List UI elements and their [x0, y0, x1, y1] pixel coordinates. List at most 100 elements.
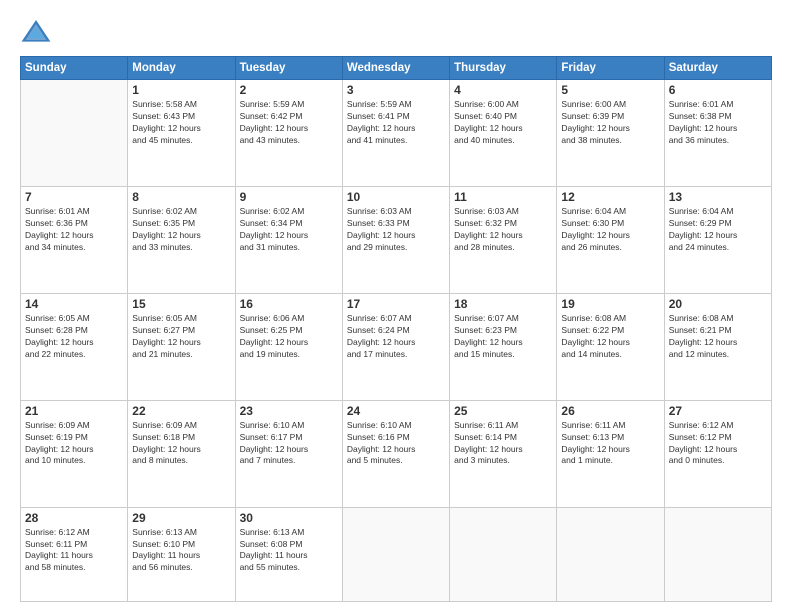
day-info: Sunrise: 6:01 AMSunset: 6:38 PMDaylight:… — [669, 99, 767, 147]
calendar-cell — [664, 507, 771, 601]
day-number: 23 — [240, 404, 338, 418]
calendar-cell: 20 Sunrise: 6:08 AMSunset: 6:21 PMDayligh… — [664, 293, 771, 400]
calendar-cell: 15 Sunrise: 6:05 AMSunset: 6:27 PMDayligh… — [128, 293, 235, 400]
day-info: Sunrise: 6:07 AMSunset: 6:24 PMDaylight:… — [347, 313, 445, 361]
day-info: Sunrise: 6:00 AMSunset: 6:40 PMDaylight:… — [454, 99, 552, 147]
calendar-cell — [450, 507, 557, 601]
calendar-cell: 26 Sunrise: 6:11 AMSunset: 6:13 PMDayligh… — [557, 400, 664, 507]
weekday-header-monday: Monday — [128, 57, 235, 80]
day-info: Sunrise: 6:12 AMSunset: 6:12 PMDaylight:… — [669, 420, 767, 468]
calendar-cell: 28Sunrise: 6:12 AMSunset: 6:11 PMDayligh… — [21, 507, 128, 601]
week-row-3: 21 Sunrise: 6:09 AMSunset: 6:19 PMDayligh… — [21, 400, 772, 507]
day-number: 21 — [25, 404, 123, 418]
day-info: Sunrise: 6:06 AMSunset: 6:25 PMDaylight:… — [240, 313, 338, 361]
day-info: Sunrise: 5:59 AMSunset: 6:42 PMDaylight:… — [240, 99, 338, 147]
weekday-header-thursday: Thursday — [450, 57, 557, 80]
calendar-cell: 10 Sunrise: 6:03 AMSunset: 6:33 PMDayligh… — [342, 186, 449, 293]
day-info: Sunrise: 6:03 AMSunset: 6:33 PMDaylight:… — [347, 206, 445, 254]
day-number: 26 — [561, 404, 659, 418]
day-info: Sunrise: 6:07 AMSunset: 6:23 PMDaylight:… — [454, 313, 552, 361]
calendar-cell: 11Sunrise: 6:03 AMSunset: 6:32 PMDayligh… — [450, 186, 557, 293]
week-row-2: 14 Sunrise: 6:05 AMSunset: 6:28 PMDayligh… — [21, 293, 772, 400]
calendar-cell: 29 Sunrise: 6:13 AMSunset: 6:10 PMDayligh… — [128, 507, 235, 601]
day-info: Sunrise: 6:11 AMSunset: 6:13 PMDaylight:… — [561, 420, 659, 468]
day-info: Sunrise: 6:04 AMSunset: 6:29 PMDaylight:… — [669, 206, 767, 254]
calendar-cell: 4 Sunrise: 6:00 AMSunset: 6:40 PMDaylight… — [450, 80, 557, 187]
calendar-cell: 5Sunrise: 6:00 AMSunset: 6:39 PMDaylight… — [557, 80, 664, 187]
day-number: 27 — [669, 404, 767, 418]
day-number: 15 — [132, 297, 230, 311]
day-info: Sunrise: 6:09 AMSunset: 6:19 PMDaylight:… — [25, 420, 123, 468]
day-number: 14 — [25, 297, 123, 311]
calendar-cell: 22 Sunrise: 6:09 AMSunset: 6:18 PMDayligh… — [128, 400, 235, 507]
calendar-cell: 25 Sunrise: 6:11 AMSunset: 6:14 PMDayligh… — [450, 400, 557, 507]
day-info: Sunrise: 6:13 AMSunset: 6:08 PMDaylight:… — [240, 527, 338, 575]
page: SundayMondayTuesdayWednesdayThursdayFrid… — [0, 0, 792, 612]
day-info: Sunrise: 6:08 AMSunset: 6:22 PMDaylight:… — [561, 313, 659, 361]
logo-icon — [20, 16, 52, 48]
calendar-cell: 24Sunrise: 6:10 AMSunset: 6:16 PMDayligh… — [342, 400, 449, 507]
weekday-header-wednesday: Wednesday — [342, 57, 449, 80]
day-info: Sunrise: 6:01 AMSunset: 6:36 PMDaylight:… — [25, 206, 123, 254]
calendar-cell: 21 Sunrise: 6:09 AMSunset: 6:19 PMDayligh… — [21, 400, 128, 507]
weekday-header-sunday: Sunday — [21, 57, 128, 80]
week-row-4: 28Sunrise: 6:12 AMSunset: 6:11 PMDayligh… — [21, 507, 772, 601]
day-number: 22 — [132, 404, 230, 418]
calendar-cell: 3Sunrise: 5:59 AMSunset: 6:41 PMDaylight… — [342, 80, 449, 187]
day-number: 7 — [25, 190, 123, 204]
weekday-header-friday: Friday — [557, 57, 664, 80]
day-number: 11 — [454, 190, 552, 204]
calendar-cell — [21, 80, 128, 187]
day-info: Sunrise: 6:02 AMSunset: 6:35 PMDaylight:… — [132, 206, 230, 254]
day-info: Sunrise: 6:13 AMSunset: 6:10 PMDaylight:… — [132, 527, 230, 575]
calendar-cell: 23 Sunrise: 6:10 AMSunset: 6:17 PMDayligh… — [235, 400, 342, 507]
day-number: 13 — [669, 190, 767, 204]
day-number: 24 — [347, 404, 445, 418]
day-number: 20 — [669, 297, 767, 311]
calendar-cell: 27 Sunrise: 6:12 AMSunset: 6:12 PMDayligh… — [664, 400, 771, 507]
calendar-cell: 7 Sunrise: 6:01 AMSunset: 6:36 PMDaylight… — [21, 186, 128, 293]
day-number: 6 — [669, 83, 767, 97]
calendar-cell — [557, 507, 664, 601]
day-number: 8 — [132, 190, 230, 204]
calendar-cell: 8 Sunrise: 6:02 AMSunset: 6:35 PMDaylight… — [128, 186, 235, 293]
day-info: Sunrise: 6:10 AMSunset: 6:17 PMDaylight:… — [240, 420, 338, 468]
day-info: Sunrise: 6:12 AMSunset: 6:11 PMDaylight:… — [25, 527, 123, 575]
day-number: 10 — [347, 190, 445, 204]
calendar: SundayMondayTuesdayWednesdayThursdayFrid… — [20, 56, 772, 602]
day-info: Sunrise: 6:05 AMSunset: 6:28 PMDaylight:… — [25, 313, 123, 361]
calendar-cell: 14 Sunrise: 6:05 AMSunset: 6:28 PMDayligh… — [21, 293, 128, 400]
day-info: Sunrise: 6:04 AMSunset: 6:30 PMDaylight:… — [561, 206, 659, 254]
day-number: 5 — [561, 83, 659, 97]
calendar-cell: 9Sunrise: 6:02 AMSunset: 6:34 PMDaylight… — [235, 186, 342, 293]
day-number: 25 — [454, 404, 552, 418]
week-row-1: 7 Sunrise: 6:01 AMSunset: 6:36 PMDaylight… — [21, 186, 772, 293]
day-number: 18 — [454, 297, 552, 311]
header — [20, 16, 772, 48]
day-info: Sunrise: 6:11 AMSunset: 6:14 PMDaylight:… — [454, 420, 552, 468]
calendar-cell: 1Sunrise: 5:58 AMSunset: 6:43 PMDaylight… — [128, 80, 235, 187]
day-number: 29 — [132, 511, 230, 525]
day-number: 12 — [561, 190, 659, 204]
day-number: 2 — [240, 83, 338, 97]
day-number: 4 — [454, 83, 552, 97]
week-row-0: 1Sunrise: 5:58 AMSunset: 6:43 PMDaylight… — [21, 80, 772, 187]
day-number: 1 — [132, 83, 230, 97]
logo — [20, 16, 56, 48]
calendar-cell: 2 Sunrise: 5:59 AMSunset: 6:42 PMDaylight… — [235, 80, 342, 187]
calendar-cell: 17Sunrise: 6:07 AMSunset: 6:24 PMDayligh… — [342, 293, 449, 400]
day-number: 3 — [347, 83, 445, 97]
calendar-cell — [342, 507, 449, 601]
calendar-cell: 19Sunrise: 6:08 AMSunset: 6:22 PMDayligh… — [557, 293, 664, 400]
day-info: Sunrise: 6:08 AMSunset: 6:21 PMDaylight:… — [669, 313, 767, 361]
calendar-cell: 12 Sunrise: 6:04 AMSunset: 6:30 PMDayligh… — [557, 186, 664, 293]
day-info: Sunrise: 6:09 AMSunset: 6:18 PMDaylight:… — [132, 420, 230, 468]
weekday-header-tuesday: Tuesday — [235, 57, 342, 80]
day-info: Sunrise: 6:05 AMSunset: 6:27 PMDaylight:… — [132, 313, 230, 361]
weekday-header-saturday: Saturday — [664, 57, 771, 80]
day-number: 30 — [240, 511, 338, 525]
day-number: 16 — [240, 297, 338, 311]
calendar-cell: 18 Sunrise: 6:07 AMSunset: 6:23 PMDayligh… — [450, 293, 557, 400]
calendar-cell: 16 Sunrise: 6:06 AMSunset: 6:25 PMDayligh… — [235, 293, 342, 400]
calendar-cell: 6 Sunrise: 6:01 AMSunset: 6:38 PMDaylight… — [664, 80, 771, 187]
